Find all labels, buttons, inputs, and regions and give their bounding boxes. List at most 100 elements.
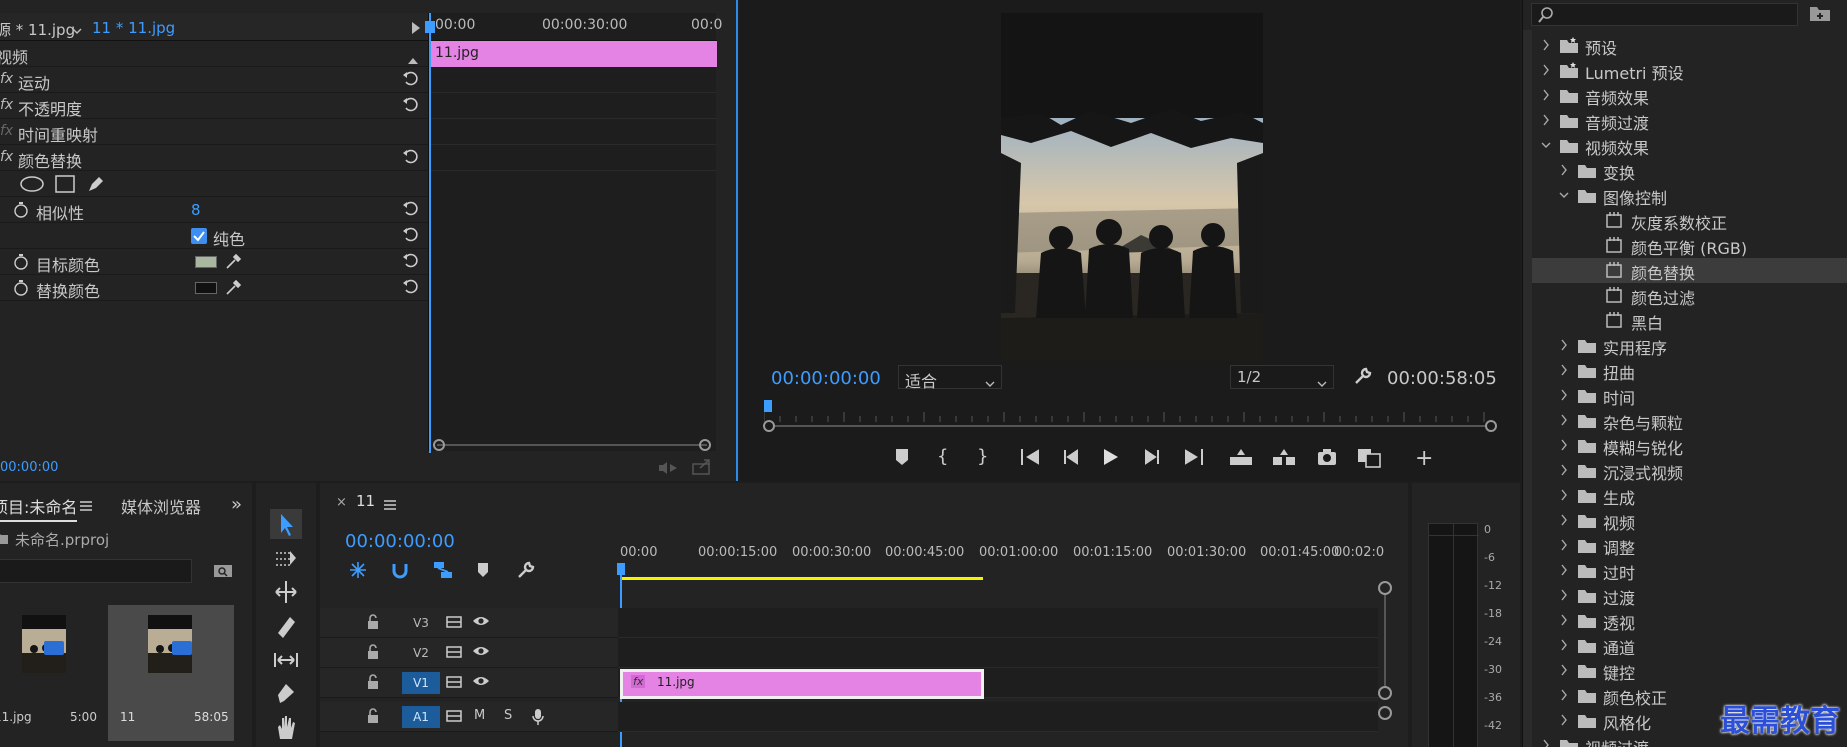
effects-tree-item[interactable]: 变换 (1523, 158, 1847, 183)
sync-lock-icon[interactable] (446, 644, 464, 662)
chevron-right-icon[interactable] (1559, 637, 1569, 651)
project-search-input[interactable] (0, 559, 192, 583)
playhead-line[interactable] (429, 13, 431, 453)
pen-tool-icon[interactable] (270, 679, 302, 709)
timeline-playhead-marker[interactable] (617, 563, 625, 575)
new-custom-bin-icon[interactable] (1809, 3, 1831, 27)
track-select-tool-icon[interactable] (270, 543, 302, 573)
chevron-right-icon[interactable] (1559, 387, 1569, 401)
sync-lock-icon[interactable] (446, 674, 464, 692)
fx-icon[interactable]: fx (0, 149, 13, 165)
track-name[interactable]: V3 (402, 612, 440, 634)
tab-source-clip[interactable]: 源 * 11.jpg (0, 19, 75, 40)
chevron-down-icon[interactable] (1541, 137, 1551, 151)
effect-row-time-remap[interactable]: fx 时间重映射 (0, 119, 428, 145)
chevron-right-icon[interactable] (1559, 437, 1569, 451)
track-header-a1[interactable]: A1 M S (320, 702, 618, 732)
tab-media-browser[interactable]: 媒体浏览器 (121, 494, 201, 518)
hand-tool-icon[interactable] (270, 713, 302, 743)
rectangle-mask-icon[interactable] (55, 175, 75, 197)
track-lane[interactable] (618, 608, 1378, 638)
add-marker-icon[interactable] (477, 562, 489, 582)
razor-tool-icon[interactable] (270, 611, 302, 641)
chevron-down-icon[interactable] (72, 21, 82, 35)
effects-tree-item[interactable]: 颜色过滤 (1523, 283, 1847, 308)
snap-icon[interactable] (390, 560, 410, 584)
wrench-icon[interactable] (1353, 366, 1373, 390)
panel-menu-icon[interactable] (384, 496, 396, 514)
add-button-icon[interactable]: + (1415, 446, 1433, 471)
scrollbar-handle-left[interactable] (433, 439, 445, 451)
go-to-in-icon[interactable] (1020, 448, 1040, 470)
more-tabs-icon[interactable]: » (231, 494, 242, 515)
chevron-right-icon[interactable] (1559, 687, 1569, 701)
effects-tree-item[interactable]: 颜色替换 (1523, 258, 1847, 283)
program-current-time[interactable]: 00:00:00:00 (771, 368, 881, 389)
effects-tree-item[interactable]: 通道 (1523, 633, 1847, 658)
zoom-handle-left[interactable] (763, 420, 775, 432)
eyedropper-icon[interactable] (225, 278, 243, 300)
sync-lock-icon[interactable] (446, 708, 464, 726)
chevron-right-icon[interactable] (1559, 537, 1569, 551)
chevron-right-icon[interactable] (1541, 87, 1551, 101)
fit-dropdown[interactable]: 适合 (898, 365, 1002, 391)
solid-color-checkbox[interactable] (191, 228, 207, 244)
program-scrubber[interactable] (763, 408, 1489, 422)
lock-icon[interactable] (366, 614, 384, 632)
lock-icon[interactable] (366, 708, 384, 726)
tab-project[interactable]: 项目:未命名 (0, 494, 78, 522)
sync-lock-icon[interactable] (446, 614, 464, 632)
chevron-right-icon[interactable] (1559, 462, 1569, 476)
chevron-right-icon[interactable] (1559, 612, 1569, 626)
video-preview[interactable] (1001, 13, 1263, 361)
timeline-clip[interactable]: fx 11.jpg (623, 672, 981, 696)
microphone-icon[interactable] (532, 708, 550, 726)
effects-tree-item[interactable]: 视频效果 (1523, 133, 1847, 158)
reset-icon[interactable] (402, 251, 420, 269)
play-icon[interactable] (1103, 448, 1119, 470)
reset-icon[interactable] (402, 95, 420, 113)
fx-icon[interactable]: fx (0, 71, 13, 87)
fx-icon[interactable]: fx (0, 97, 13, 113)
program-playhead[interactable] (764, 400, 772, 412)
lock-icon[interactable] (366, 674, 384, 692)
effects-tree-item[interactable]: 音频效果 (1523, 83, 1847, 108)
effects-tree-item[interactable]: 杂色与颗粒 (1523, 408, 1847, 433)
scrollbar-handle-right[interactable] (699, 439, 711, 451)
chevron-right-icon[interactable] (1541, 112, 1551, 126)
export-icon[interactable] (692, 459, 712, 479)
mute-button[interactable]: M (474, 708, 492, 726)
chevron-right-icon[interactable] (1541, 62, 1551, 76)
chevron-right-icon[interactable] (1559, 512, 1569, 526)
export-frame-icon[interactable] (1317, 448, 1337, 470)
collapse-icon[interactable] (408, 50, 418, 68)
sequence-tab[interactable]: 11 (356, 492, 375, 510)
effects-tree-item[interactable]: 模糊与锐化 (1523, 433, 1847, 458)
timeline-ruler[interactable]: 00:00 00:00:15:00 00:00:30:00 00:00:45:0… (620, 541, 1384, 575)
work-area-bar[interactable] (620, 577, 983, 580)
effects-tree-item[interactable]: 颜色平衡 (RGB) (1523, 233, 1847, 258)
effects-tree-item[interactable]: 扭曲 (1523, 358, 1847, 383)
timeline-vscroll[interactable] (1384, 586, 1386, 696)
effects-tree-item[interactable]: 过渡 (1523, 583, 1847, 608)
chevron-right-icon[interactable] (1559, 587, 1569, 601)
track-name[interactable]: V2 (402, 642, 440, 664)
track-lane[interactable] (618, 638, 1378, 668)
effects-tree-item[interactable]: 键控 (1523, 658, 1847, 683)
zoom-handle-right[interactable] (1485, 420, 1497, 432)
effects-tree-item[interactable]: 音频过渡 (1523, 108, 1847, 133)
tab-sequence-clip[interactable]: 11 * 11.jpg (92, 19, 175, 37)
resolution-dropdown[interactable]: 1/2 (1230, 365, 1334, 389)
zoom-scrollbar[interactable] (770, 425, 1489, 427)
project-item-selected[interactable]: 11 58:05 (108, 605, 234, 741)
effects-tree-item[interactable]: 沉浸式视频 (1523, 458, 1847, 483)
effects-tree-item[interactable]: 过时 (1523, 558, 1847, 583)
chevron-down-icon[interactable] (1559, 187, 1569, 201)
effects-scrollbar[interactable] (1523, 30, 1532, 747)
panel-menu-icon[interactable] (80, 497, 92, 515)
step-back-icon[interactable] (1062, 448, 1080, 470)
effects-tree-item[interactable]: 灰度系数校正 (1523, 208, 1847, 233)
chevron-right-icon[interactable] (1559, 412, 1569, 426)
linked-selection-icon[interactable] (432, 560, 454, 584)
effects-tree-item[interactable]: 生成 (1523, 483, 1847, 508)
